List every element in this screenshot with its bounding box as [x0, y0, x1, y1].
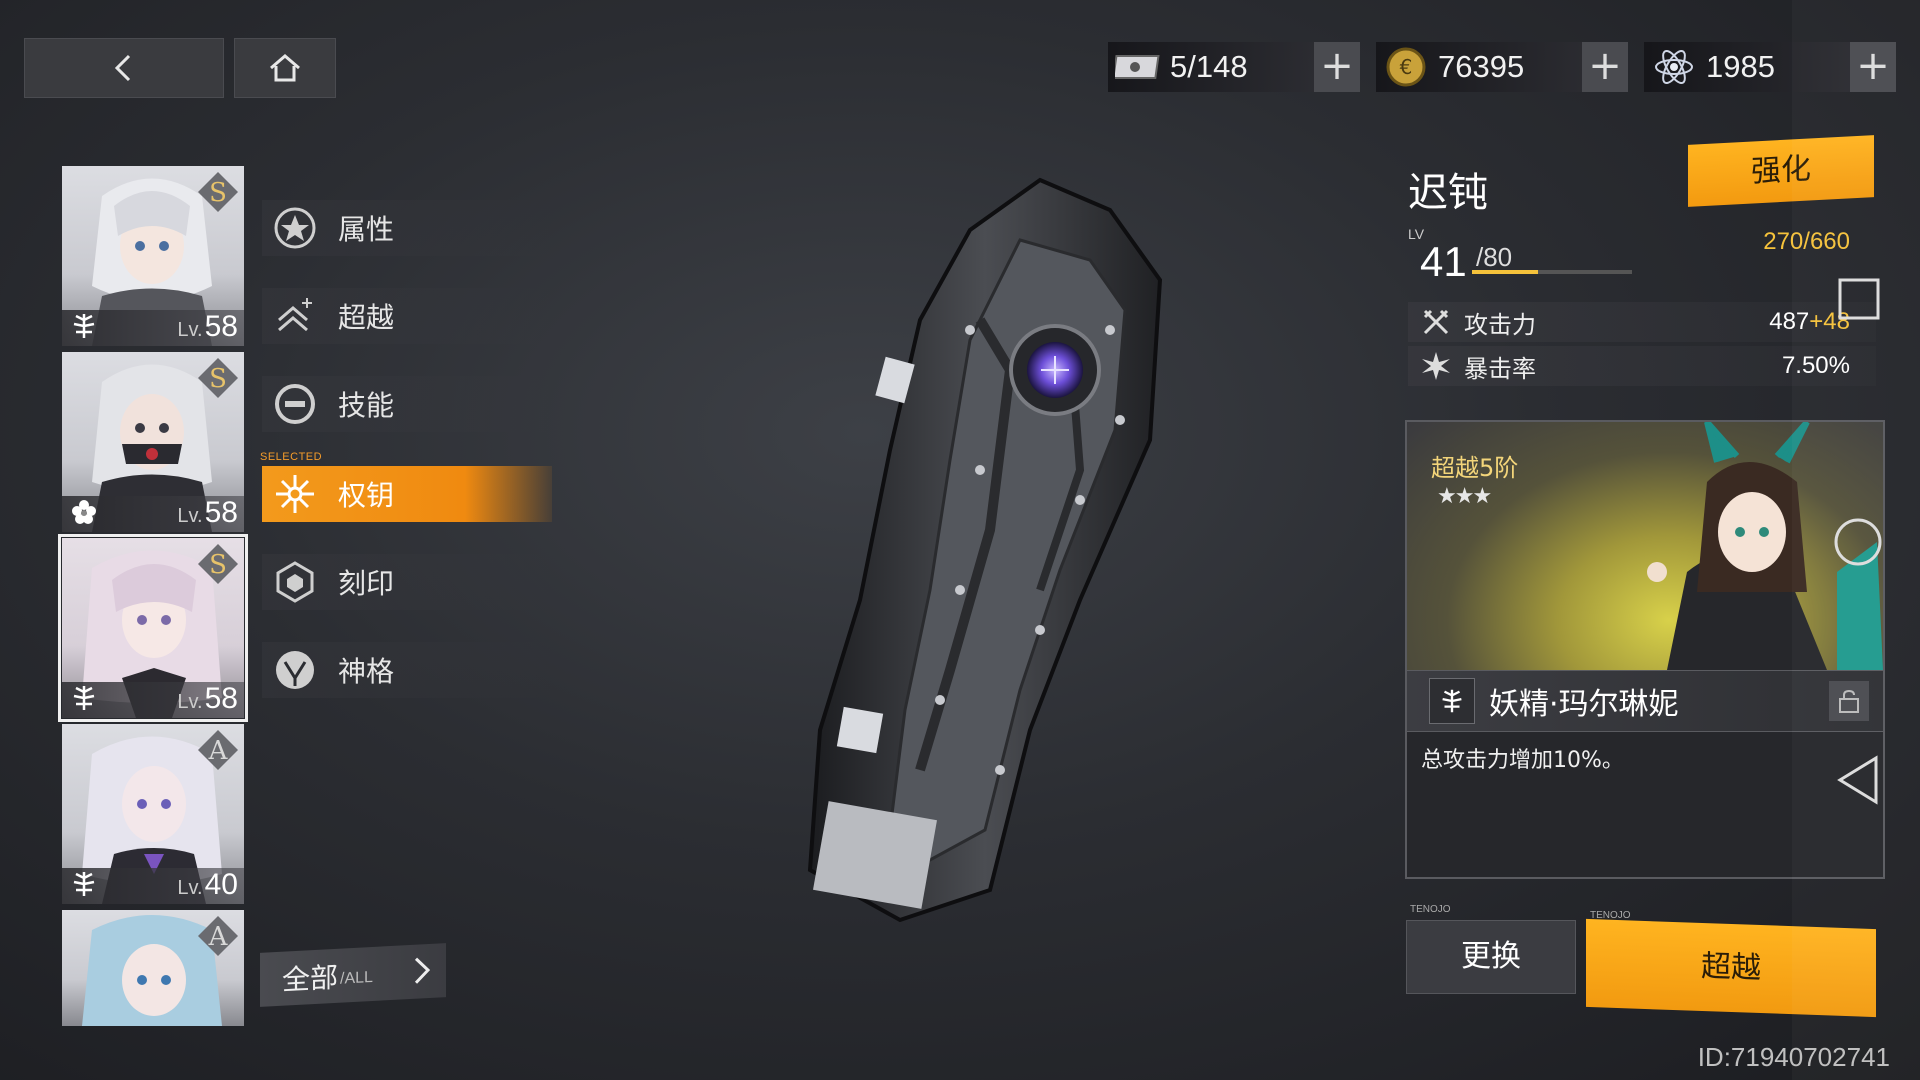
experience-bar [1472, 270, 1632, 274]
coin-icon: € [1382, 43, 1430, 91]
menu-label: 权钥 [338, 479, 395, 512]
weapon-name: 迟钝 [1408, 170, 1488, 216]
svg-text:S: S [209, 550, 227, 580]
leaf-icon [73, 872, 95, 896]
leaf-icon [73, 314, 95, 338]
menu-label: 技能 [338, 389, 395, 422]
transcend-character-name: 妖精·玛尔琳妮 [1489, 687, 1679, 722]
menu-label: 刻印 [338, 567, 395, 600]
flower-icon [72, 500, 96, 524]
selected-tag: SELECTED [260, 451, 323, 463]
recent-apps-icon[interactable] [1836, 276, 1882, 322]
ticket-counter: 5/148 + [1108, 42, 1360, 92]
weapon-max-level: /80 [1476, 242, 1513, 272]
level-label: Lv.40 [177, 868, 238, 901]
level-bar: Lv.40 [62, 868, 244, 904]
character-card-2[interactable]: S Lv.58 [62, 352, 244, 532]
weapon-model[interactable] [780, 170, 1200, 930]
menu-item-attributes[interactable]: 属性 [262, 200, 552, 256]
level-label: Lv.58 [177, 310, 238, 343]
home-icon [270, 54, 300, 82]
menu-item-key[interactable]: 权钥 [262, 466, 552, 522]
add-ticket-button[interactable]: + [1314, 42, 1360, 92]
system-nav-bar [1792, 0, 1920, 1080]
level-label: Lv.58 [177, 496, 238, 529]
coin-value: 76395 [1438, 49, 1525, 84]
transcend-tier: 超越5阶 [1431, 454, 1519, 482]
key-icon [270, 469, 320, 519]
divinity-icon [270, 645, 320, 695]
svg-text:A: A [208, 736, 229, 766]
add-coin-button[interactable]: + [1582, 42, 1628, 92]
stat-label: 暴击率 [1464, 354, 1536, 383]
all-sublabel: /ALL [340, 968, 373, 988]
character-card-1[interactable]: S Lv.58 [62, 166, 244, 346]
crystal-value: 1985 [1706, 49, 1775, 84]
character-card-4[interactable]: A Lv.40 [62, 724, 244, 904]
menu-item-transcend[interactable]: 超越 [262, 288, 552, 344]
menu-item-skills[interactable]: 技能 [262, 376, 552, 432]
rank-badge: S [198, 544, 238, 584]
transcend-stars: ★★★ [1437, 484, 1492, 509]
level-label: Lv.58 [177, 682, 238, 715]
swords-icon [1418, 304, 1454, 340]
home-circle-icon[interactable] [1832, 516, 1884, 568]
menu-item-imprint[interactable]: 刻印 [262, 554, 552, 610]
ticket-icon [1114, 43, 1162, 91]
character-card-5[interactable]: A [62, 910, 244, 1026]
svg-text:S: S [209, 178, 227, 208]
all-label: 全部 [282, 960, 339, 997]
rank-badge: S [198, 172, 238, 212]
skill-icon [270, 379, 320, 429]
chevron-left-icon [114, 54, 131, 82]
rank-badge: A [198, 730, 238, 770]
leaf-icon [73, 686, 95, 710]
coin-counter: € 76395 + [1376, 42, 1628, 92]
back-button[interactable] [24, 38, 224, 98]
star-icon [270, 203, 320, 253]
menu-label: 神格 [338, 655, 395, 688]
menu-label: 超越 [338, 301, 395, 334]
svg-text:A: A [208, 922, 229, 952]
back-triangle-icon[interactable] [1834, 754, 1882, 806]
rank-badge: S [198, 358, 238, 398]
level-bar: Lv.58 [62, 496, 244, 532]
chevron-right-icon [414, 957, 431, 984]
level-bar: Lv.58 [62, 310, 244, 346]
swap-button[interactable]: 更换 [1406, 920, 1576, 994]
menu-label: 属性 [338, 213, 395, 246]
level-bar: Lv.58 [62, 682, 244, 718]
stat-label: 攻击力 [1464, 310, 1536, 339]
ascend-icon [270, 291, 320, 341]
experience-fill [1472, 270, 1538, 274]
transcend-description: 总攻击力增加10%。 [1421, 748, 1624, 773]
ticket-value: 5/148 [1170, 49, 1248, 84]
character-card-3-selected[interactable]: S Lv.58 [58, 534, 248, 722]
menu-item-divinity[interactable]: 神格 [262, 642, 552, 698]
imprint-icon [270, 557, 320, 607]
leaf-icon [1429, 678, 1475, 724]
crystal-icon [1650, 43, 1698, 91]
home-button[interactable] [234, 38, 336, 98]
burst-icon [1418, 348, 1454, 384]
rank-badge: A [198, 916, 238, 956]
swap-caption: TENOJO [1410, 904, 1451, 915]
svg-text:S: S [209, 364, 227, 394]
weapon-level: 41 [1420, 238, 1467, 285]
svg-text:€: € [1400, 55, 1413, 79]
player-id: ID:71940702741 [1697, 1042, 1890, 1072]
filter-all-button[interactable]: 全部 /ALL [260, 943, 446, 1007]
